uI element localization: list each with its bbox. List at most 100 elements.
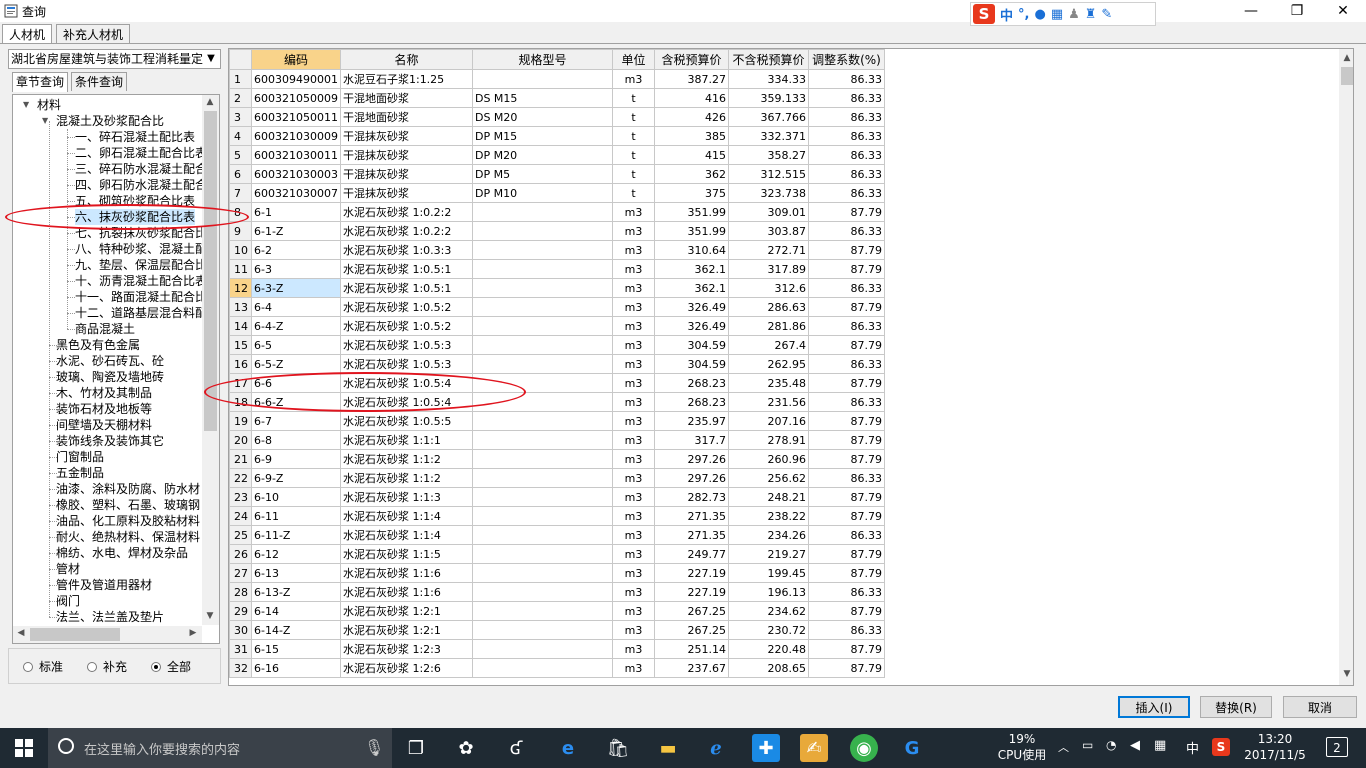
column-header[interactable]: 单位 <box>611 49 655 70</box>
tree-item[interactable]: 八、特种砂浆、混凝土配 <box>75 241 207 257</box>
table-cell[interactable]: 326.49 <box>653 316 729 336</box>
tree-item[interactable]: 三、碎石防水混凝土配合 <box>75 161 207 177</box>
table-row[interactable]: 25 6-11-Z 水泥石灰砂浆 1:1:4 m3 271.35 234.26 86.33 <box>229 525 885 545</box>
scroll-right-icon[interactable]: ▶ <box>185 628 201 638</box>
table-cell[interactable]: 87.79 <box>807 544 885 564</box>
table-cell[interactable]: 86.33 <box>807 107 885 127</box>
table-cell[interactable]: 362.1 <box>653 278 729 298</box>
table-cell[interactable] <box>471 316 613 336</box>
table-cell[interactable] <box>471 487 613 507</box>
minimize-button[interactable]: — <box>1228 0 1274 22</box>
table-cell[interactable]: 234.26 <box>727 525 809 545</box>
table-cell[interactable]: DS M15 <box>471 88 613 108</box>
table-row[interactable]: 14 6-4-Z 水泥石灰砂浆 1:0.5:2 m3 326.49 281.86 86.33 <box>229 316 885 336</box>
table-cell[interactable]: 水泥石灰砂浆 1:1:6 <box>339 563 473 583</box>
tree-item[interactable]: 装饰线条及装饰其它 <box>56 433 164 449</box>
table-cell[interactable]: 207.16 <box>727 411 809 431</box>
table-cell[interactable]: 水泥石灰砂浆 1:2:6 <box>339 658 473 678</box>
table-cell[interactable] <box>471 620 613 640</box>
table-cell[interactable]: DS M20 <box>471 107 613 127</box>
table-row[interactable]: 2 600321050009 干混地面砂浆 DS M15 t 416 359.133 86.3… <box>229 88 885 108</box>
table-cell[interactable]: 6-14 <box>251 601 341 621</box>
table-cell[interactable]: 6-1 <box>251 202 341 222</box>
table-cell[interactable]: 水泥石灰砂浆 1:1:6 <box>339 582 473 602</box>
quota-library-select[interactable]: 湖北省房屋建筑与装饰工程消耗量定 ▼ <box>8 49 221 69</box>
table-cell[interactable]: 水泥石灰砂浆 1:0.5:1 <box>339 278 473 298</box>
table-cell[interactable]: t <box>611 145 655 165</box>
tree-item[interactable]: 耐火、绝热材料、保温材料 <box>56 529 200 545</box>
table-cell[interactable]: 267.25 <box>653 620 729 640</box>
radio-icon[interactable] <box>151 661 161 672</box>
table-cell[interactable]: m3 <box>611 278 655 298</box>
store-icon[interactable]: 🛍 <box>604 734 632 762</box>
table-row[interactable]: 1 600309490001 水泥豆石子浆1:1.25 m3 387.27 334.33 8… <box>229 69 885 89</box>
table-cell[interactable]: m3 <box>611 259 655 279</box>
table-cell[interactable] <box>471 335 613 355</box>
table-cell[interactable]: 196.13 <box>727 582 809 602</box>
budget-app-icon[interactable]: ✍ <box>800 734 828 762</box>
table-cell[interactable]: 干混抹灰砂浆 <box>339 145 473 165</box>
task-view-icon[interactable]: ❐ <box>402 734 430 762</box>
table-cell[interactable]: 282.73 <box>653 487 729 507</box>
tree-item[interactable]: 十一、路面混凝土配合比 <box>75 289 207 305</box>
scroll-left-icon[interactable]: ◀ <box>13 628 29 638</box>
table-cell[interactable]: 208.65 <box>727 658 809 678</box>
tree-item[interactable]: 商品混凝土 <box>75 321 135 337</box>
scroll-down-icon[interactable]: ▼ <box>1339 669 1353 679</box>
table-cell[interactable]: 271.35 <box>653 525 729 545</box>
table-cell[interactable] <box>471 468 613 488</box>
table-cell[interactable]: 86.33 <box>807 278 885 298</box>
table-cell[interactable]: 323.738 <box>727 183 809 203</box>
notification-icon[interactable]: 2 <box>1326 737 1348 757</box>
tree-item[interactable]: 黑色及有色金属 <box>56 337 140 353</box>
table-cell[interactable]: 312.515 <box>727 164 809 184</box>
table-row[interactable]: 24 6-11 水泥石灰砂浆 1:1:4 m3 271.35 238.22 87.79 <box>229 506 885 526</box>
table-row[interactable]: 4 600321030009 干混抹灰砂浆 DP M15 t 385 332.371 86.3… <box>229 126 885 146</box>
table-cell[interactable]: m3 <box>611 316 655 336</box>
table-cell[interactable]: 600321030007 <box>251 183 341 203</box>
table-cell[interactable]: 227.19 <box>653 582 729 602</box>
table-cell[interactable]: 260.96 <box>727 449 809 469</box>
table-cell[interactable]: 6-13-Z <box>251 582 341 602</box>
radio-icon[interactable] <box>87 661 97 672</box>
table-cell[interactable]: 268.23 <box>653 392 729 412</box>
table-cell[interactable]: 6-2 <box>251 240 341 260</box>
table-cell[interactable]: 6-10 <box>251 487 341 507</box>
table-cell[interactable]: 87.79 <box>807 601 885 621</box>
table-row[interactable]: 28 6-13-Z 水泥石灰砂浆 1:1:6 m3 227.19 196.13 86.33 <box>229 582 885 602</box>
start-button[interactable] <box>0 728 48 768</box>
table-cell[interactable]: 6-4 <box>251 297 341 317</box>
table-cell[interactable]: 87.79 <box>807 639 885 659</box>
table-cell[interactable] <box>471 297 613 317</box>
tab-chapter-search[interactable]: 章节查询 <box>12 72 69 92</box>
table-row[interactable]: 29 6-14 水泥石灰砂浆 1:2:1 m3 267.25 234.62 87.79 <box>229 601 885 621</box>
table-cell[interactable] <box>471 69 613 89</box>
table-cell[interactable]: 310.64 <box>653 240 729 260</box>
table-cell[interactable]: m3 <box>611 430 655 450</box>
scroll-down-icon[interactable]: ▼ <box>202 611 218 621</box>
table-cell[interactable]: 220.48 <box>727 639 809 659</box>
table-cell[interactable]: t <box>611 126 655 146</box>
table-cell[interactable] <box>471 525 613 545</box>
column-header[interactable]: 名称 <box>339 49 473 70</box>
wrench-icon[interactable]: ✎ <box>1101 7 1112 22</box>
table-cell[interactable] <box>471 544 613 564</box>
tree-item[interactable]: 玻璃、陶瓷及墙地砖 <box>56 369 164 385</box>
table-cell[interactable] <box>471 411 613 431</box>
table-cell[interactable]: 6-3-Z <box>251 278 341 298</box>
column-header[interactable]: 编码 <box>251 49 341 70</box>
table-cell[interactable]: m3 <box>611 525 655 545</box>
table-cell[interactable]: 水泥石灰砂浆 1:0.2:2 <box>339 221 473 241</box>
table-cell[interactable]: 87.79 <box>807 430 885 450</box>
table-cell[interactable]: 385 <box>653 126 729 146</box>
tree-expand-icon[interactable]: ▼ <box>42 116 52 125</box>
table-cell[interactable]: 600321030011 <box>251 145 341 165</box>
tree-item[interactable]: 棉纺、水电、焊材及杂品 <box>56 545 188 561</box>
tree-item[interactable]: 十、沥青混凝土配合比表 <box>75 273 207 289</box>
table-cell[interactable]: m3 <box>611 297 655 317</box>
keyboard-icon[interactable]: ▦ <box>1154 738 1166 753</box>
table-cell[interactable]: 水泥石灰砂浆 1:2:1 <box>339 620 473 640</box>
grid-scroll-thumb[interactable] <box>1341 67 1353 85</box>
table-cell[interactable]: m3 <box>611 335 655 355</box>
table-cell[interactable]: 326.49 <box>653 297 729 317</box>
